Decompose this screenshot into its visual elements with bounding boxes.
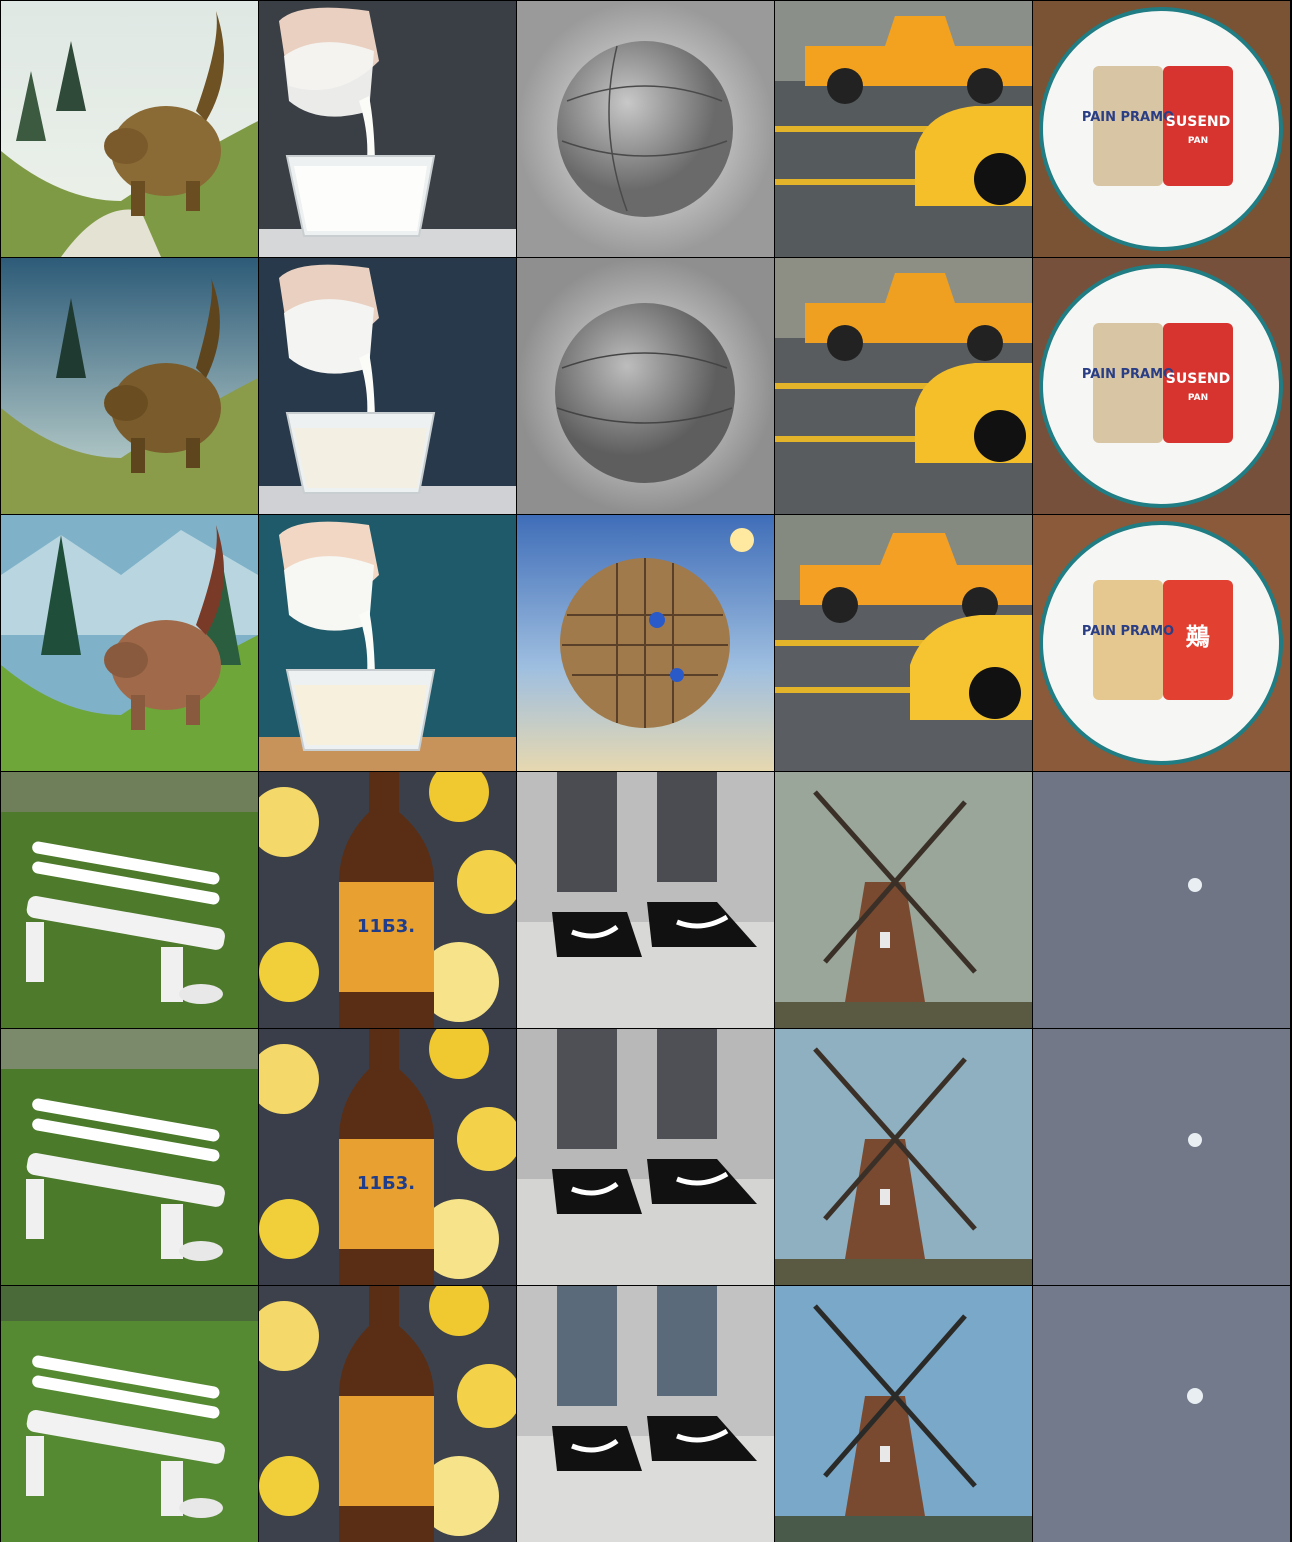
can-right-glyph: 鶧 [1185, 623, 1210, 651]
rhino-image-3 [1, 515, 258, 771]
milk-pour-image-3 [259, 515, 516, 771]
moon-sky-image-2 [1033, 1029, 1290, 1285]
can-right-label: SUSEND [1166, 371, 1230, 387]
truck-car-image-2 [775, 258, 1032, 514]
can-right-sub: PAN [1188, 393, 1208, 403]
can-right-sub: PAN [1188, 136, 1208, 146]
can-left-label: PAIN PRAMO [1082, 110, 1174, 125]
can-right-label: SUSEND [1166, 114, 1230, 130]
truck-car-image-1 [775, 1, 1032, 257]
windmill-image-3 [775, 1286, 1032, 1542]
cans-plate-image-2: PAIN PRAMO SUSEND PAN [1033, 258, 1290, 514]
cans-plate-image-3: PAIN PRAMO 鶧 [1033, 515, 1290, 771]
can-left-label: PAIN PRAMO [1082, 367, 1174, 382]
sphere-image-2 [517, 258, 774, 514]
bench-image-2 [1, 1029, 258, 1285]
cans-plate-image-1: PAIN PRAMO SUSEND PAN [1033, 1, 1290, 257]
beer-lemon-image-3 [259, 1286, 516, 1542]
windmill-image-1 [775, 772, 1032, 1028]
bench-image-3 [1, 1286, 258, 1542]
sneakers-image-2 [517, 1029, 774, 1285]
bottle-label: 11Б3. [357, 916, 415, 937]
image-grid: PAIN PRAMO SUSEND PAN PAIN PRAMO SUSEND … [0, 0, 1292, 1542]
bench-image-1 [1, 772, 258, 1028]
moon-sky-image-3 [1033, 1286, 1290, 1542]
can-left-label: PAIN PRAMO [1082, 624, 1174, 639]
sphere-image-1 [517, 1, 774, 257]
milk-pour-image-1 [259, 1, 516, 257]
bottle-label: 11Б3. [357, 1173, 415, 1194]
sneakers-image-1 [517, 772, 774, 1028]
sphere-image-3 [517, 515, 774, 771]
truck-car-image-3 [775, 515, 1032, 771]
rhino-image-2 [1, 258, 258, 514]
beer-lemon-image-2: 11Б3. [259, 1029, 516, 1285]
rhino-image-1 [1, 1, 258, 257]
moon-sky-image-1 [1033, 772, 1290, 1028]
windmill-image-2 [775, 1029, 1032, 1285]
beer-lemon-image-1: 11Б3. [259, 772, 516, 1028]
milk-pour-image-2 [259, 258, 516, 514]
sneakers-image-3 [517, 1286, 774, 1542]
